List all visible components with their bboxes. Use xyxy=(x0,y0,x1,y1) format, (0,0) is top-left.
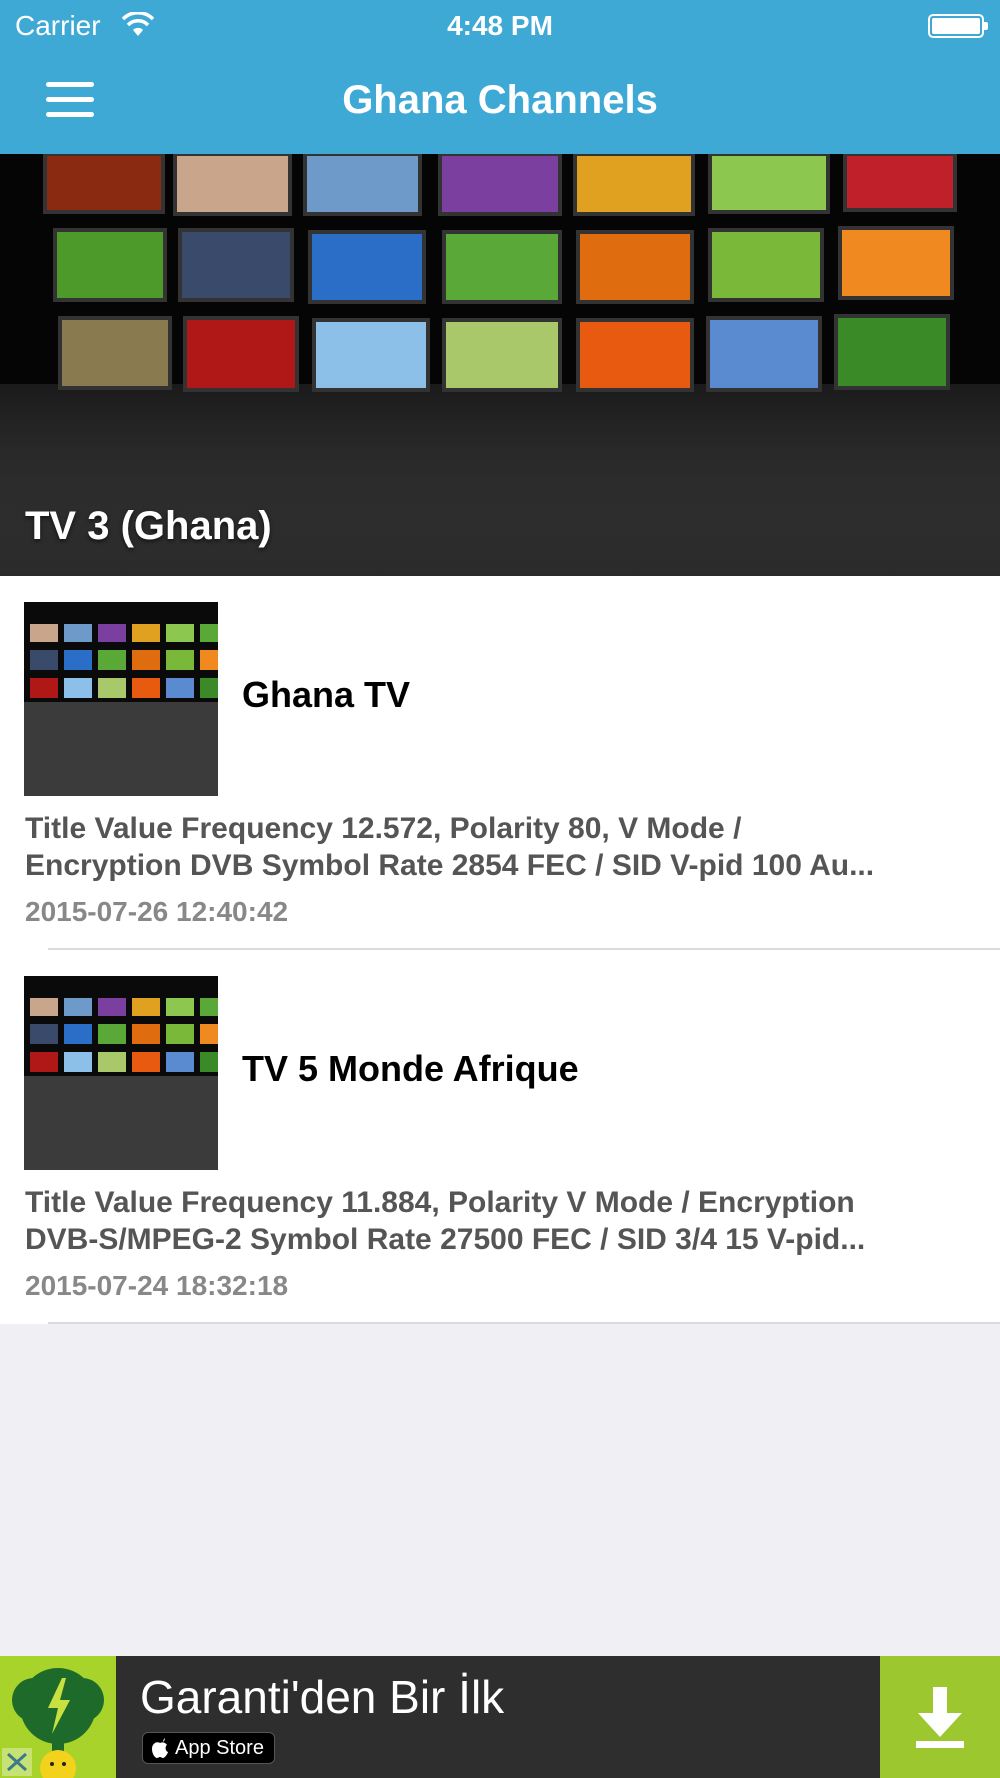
ad-title: Garanti'den Bir İlk xyxy=(140,1671,505,1723)
channel-description: Title Value Frequency 11.884, Polarity V… xyxy=(25,1184,975,1258)
page-title: Ghana Channels xyxy=(342,78,658,122)
channel-list: Ghana TV Title Value Frequency 12.572, P… xyxy=(0,576,1000,1324)
channel-name: Ghana TV xyxy=(242,674,411,715)
top-bar: Carrier 4:48 PM Ghana Channels xyxy=(0,0,1000,154)
battery-icon xyxy=(928,14,988,38)
channel-name: TV 5 Monde Afrique xyxy=(242,1048,579,1089)
hero-title: TV 3 (Ghana) xyxy=(25,504,272,548)
apple-icon xyxy=(152,1738,168,1758)
app-store-label: App Store xyxy=(175,1737,264,1759)
hero-banner[interactable]: TV 3 (Ghana) xyxy=(0,154,1000,576)
download-arrow-icon[interactable] xyxy=(880,1656,1000,1778)
channel-description-line: Title Value Frequency 12.572, Polarity 8… xyxy=(25,812,742,845)
list-item[interactable]: TV 5 Monde Afrique Title Value Frequency… xyxy=(0,950,1000,1324)
channel-description-line: DVB-S/MPEG-2 Symbol Rate 27500 FEC / SID… xyxy=(25,1223,866,1256)
status-bar: Carrier 4:48 PM xyxy=(0,0,1000,50)
channel-description: Title Value Frequency 12.572, Polarity 8… xyxy=(25,810,975,884)
close-icon[interactable] xyxy=(2,1748,32,1776)
channel-date: 2015-07-26 12:40:42 xyxy=(25,896,289,927)
list-item[interactable]: Ghana TV Title Value Frequency 12.572, P… xyxy=(0,576,1000,950)
ad-banner[interactable]: Garanti'den Bir İlk App Store xyxy=(0,1656,1000,1778)
app-store-badge[interactable]: App Store xyxy=(142,1732,275,1764)
channel-description-line: Title Value Frequency 11.884, Polarity V… xyxy=(25,1186,855,1219)
clock: 4:48 PM xyxy=(447,10,553,41)
channel-description-line: Encryption DVB Symbol Rate 2854 FEC / SI… xyxy=(25,849,875,882)
channel-thumbnail xyxy=(24,976,218,1170)
channel-date: 2015-07-24 18:32:18 xyxy=(25,1270,289,1301)
divider xyxy=(48,1322,1000,1324)
channel-thumbnail xyxy=(24,602,218,796)
